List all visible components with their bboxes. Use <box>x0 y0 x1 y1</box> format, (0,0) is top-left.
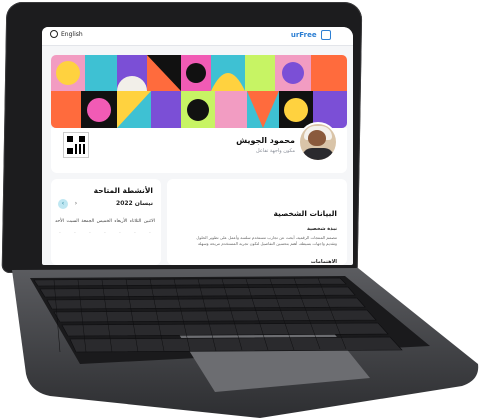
activities-title: الأنشطة المتاحة <box>93 186 153 195</box>
brand-logo[interactable]: urFree <box>291 30 331 40</box>
activities-panel: الأنشطة المتاحة ‹ › نيسان 2022 الاثنين ا… <box>51 179 161 265</box>
chevron-right-icon[interactable]: › <box>71 199 81 209</box>
weekday: الأربعاء <box>114 219 128 224</box>
chevron-left-icon[interactable]: ‹ <box>58 199 68 209</box>
weekday: الخميس <box>96 219 112 224</box>
avatar[interactable] <box>298 122 338 162</box>
calendar-dates: · · · · · · · <box>55 231 155 236</box>
qr-code-pattern <box>67 136 85 154</box>
interests-heading: الاهتمامات <box>310 259 337 265</box>
logo-text: urFree <box>290 31 317 39</box>
calendar-date[interactable]: · <box>145 231 155 236</box>
calendar-month: نيسان 2022 <box>116 200 153 207</box>
keyboard-art <box>12 268 479 418</box>
qr-code[interactable] <box>63 132 89 158</box>
profile-name: محمود الجويش <box>236 136 295 145</box>
language-label: English <box>61 30 83 38</box>
app-screen: English urFree محمود الجويش مكون واجهة ت… <box>42 27 353 265</box>
globe-icon <box>50 30 58 38</box>
calendar-date[interactable]: · <box>55 231 65 236</box>
weekday: الثلاثاء <box>129 219 142 224</box>
personal-info-panel: البيانات الشخصية نبذة شخصية مصمم المنتجا… <box>167 179 347 265</box>
calendar-date[interactable]: · <box>115 231 125 236</box>
language-switch[interactable]: English <box>50 30 83 38</box>
weekday: الاثنين <box>143 219 155 224</box>
calendar-weekdays: الاثنين الثلاثاء الأربعاء الخميس الجمعة … <box>55 219 155 224</box>
avatar-face <box>308 130 326 146</box>
shield-logo-icon <box>321 30 331 40</box>
banner-art <box>51 55 347 128</box>
keyboard-deck <box>10 268 480 418</box>
personal-info-title: البيانات الشخصية <box>273 209 337 218</box>
calendar-date[interactable]: · <box>85 231 95 236</box>
profile-banner <box>51 55 347 128</box>
calendar-date[interactable]: · <box>70 231 80 236</box>
top-bar: English urFree <box>42 27 353 46</box>
profile-card: محمود الجويش مكون واجهة تفاعل <box>51 122 347 173</box>
weekday: الجمعة <box>81 219 95 224</box>
calendar-date[interactable]: · <box>100 231 110 236</box>
avatar-body <box>302 148 334 160</box>
calendar-date[interactable]: · <box>130 231 140 236</box>
calendar-month-nav: ‹ › نيسان 2022 <box>58 199 153 211</box>
weekday: السبت <box>66 219 79 224</box>
weekday: الأحد <box>55 219 64 224</box>
laptop-mockup: English urFree محمود الجويش مكون واجهة ت… <box>0 0 490 420</box>
profile-subtitle: مكون واجهة تفاعل <box>256 148 295 154</box>
about-text: مصمم المنتجات الرقمية، أبحث عن تجارب مست… <box>196 235 337 246</box>
about-heading: نبذة شخصية <box>306 226 337 232</box>
